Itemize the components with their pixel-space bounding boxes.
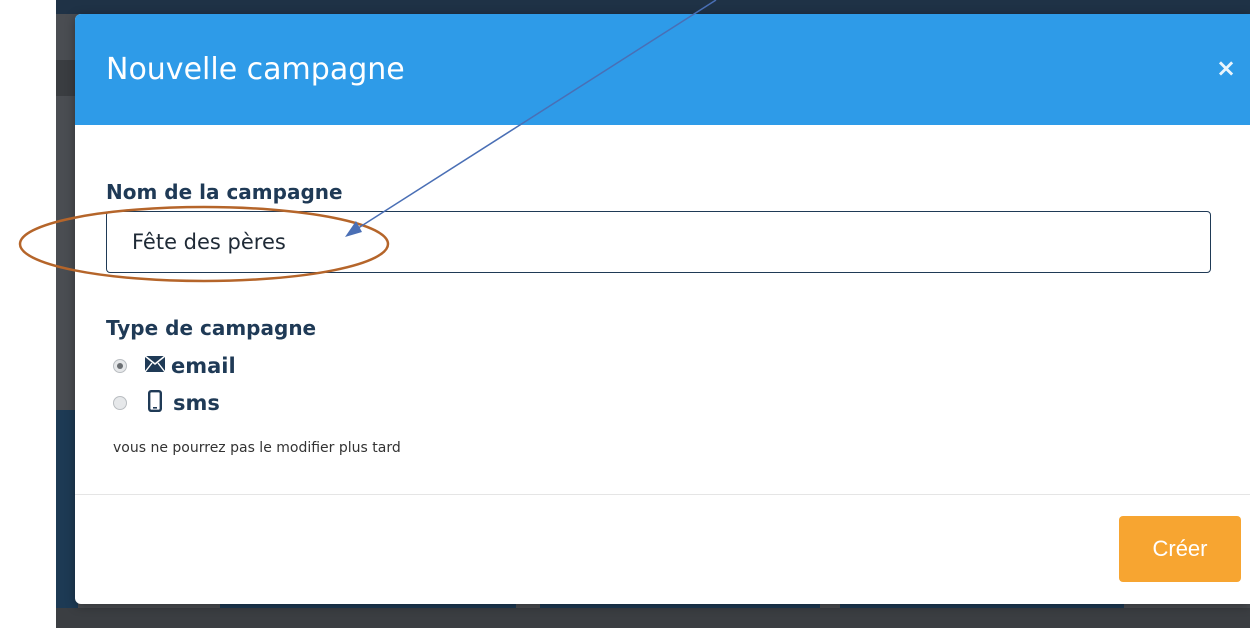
sms-option-label: sms xyxy=(173,391,220,415)
email-radio[interactable] xyxy=(113,359,127,373)
email-option-label: email xyxy=(171,354,236,378)
campaign-name-input[interactable] xyxy=(106,211,1211,273)
background-topbar xyxy=(56,0,1250,14)
type-help-text: vous ne pourrez pas le modifier plus tar… xyxy=(113,440,401,456)
campaign-type-label: Type de campagne xyxy=(106,316,317,340)
close-button[interactable]: × xyxy=(1214,56,1238,80)
background-bottom-bar xyxy=(56,608,1250,628)
new-campaign-modal: Nouvelle campagne × Nom de la campagne T… xyxy=(75,14,1250,604)
mobile-phone-icon xyxy=(148,390,163,416)
modal-header: Nouvelle campagne × xyxy=(75,14,1250,125)
create-button[interactable]: Créer xyxy=(1119,516,1241,582)
sms-radio[interactable] xyxy=(113,396,127,410)
envelope-icon xyxy=(144,355,166,376)
campaign-name-label: Nom de la campagne xyxy=(106,180,343,204)
radio-option-sms[interactable]: sms xyxy=(113,390,220,416)
radio-option-email[interactable]: email xyxy=(113,354,236,378)
footer-divider xyxy=(75,494,1250,495)
modal-title: Nouvelle campagne xyxy=(106,52,405,87)
